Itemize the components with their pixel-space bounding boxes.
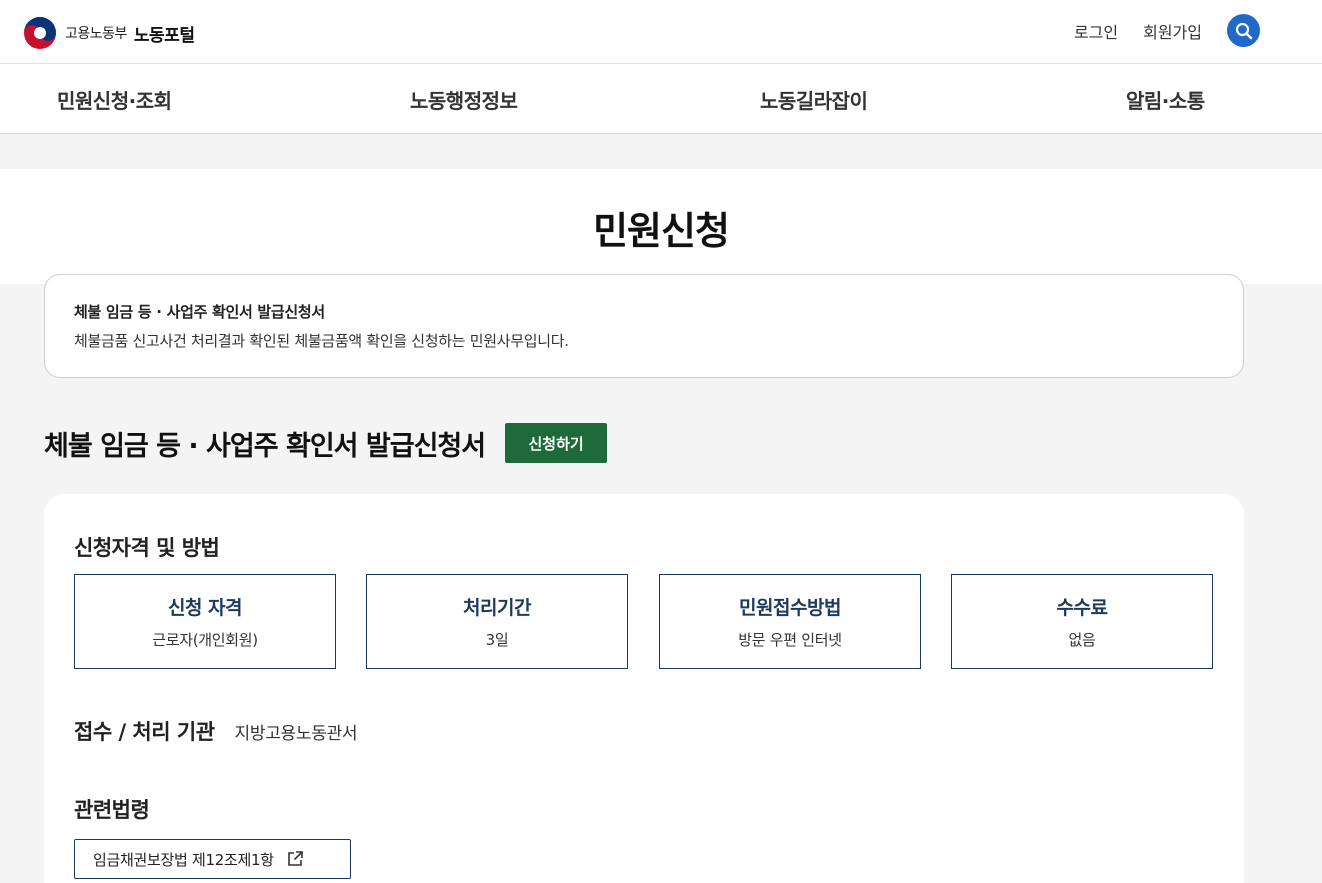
nav-item-labor-guide[interactable]: 노동길라잡이 — [760, 64, 868, 134]
info-box-value: 근로자(개인회원) — [152, 631, 258, 649]
service-heading-row: 체불 임금 등 · 사업주 확인서 발급신청서 신청하기 — [44, 422, 608, 464]
portal-name: 노동포털 — [133, 25, 195, 46]
apply-button[interactable]: 신청하기 — [505, 423, 608, 463]
info-box-value: 없음 — [1068, 631, 1096, 649]
info-box-submission-method: 민원접수방법 방문 우편 인터넷 — [659, 574, 921, 669]
page-title: 민원신청 — [593, 209, 730, 253]
search-button[interactable] — [1227, 14, 1260, 47]
info-box-title: 민원접수방법 — [739, 597, 841, 619]
main-navigation: 민원신청·조회 노동행정정보 노동길라잡이 알림·소통 — [0, 64, 1322, 134]
utility-menu: 로그인 회원가입 — [1074, 14, 1260, 47]
processing-org-row: 접수 / 처리 기관 지방고용노동관서 — [74, 716, 358, 746]
related-law-link[interactable]: 임금채권보장법 제12조제1항 — [74, 839, 351, 879]
info-box-value: 3일 — [485, 631, 509, 649]
site-logo[interactable]: 고용노동부 노동포털 — [24, 16, 195, 50]
taegeuk-logo-icon — [24, 17, 56, 49]
info-box-value: 방문 우편 인터넷 — [738, 631, 842, 649]
nav-item-labor-admin[interactable]: 노동행정정보 — [410, 64, 518, 134]
info-box-title: 처리기간 — [463, 597, 531, 619]
intro-box: 체불 임금 등 · 사업주 확인서 발급신청서 체불금품 신고사건 처리결과 확… — [44, 274, 1244, 378]
top-header: 고용노동부 노동포털 로그인 회원가입 — [0, 0, 1322, 64]
login-link[interactable]: 로그인 — [1074, 19, 1118, 43]
info-box-fee: 수수료 없음 — [951, 574, 1213, 669]
intro-title: 체불 임금 등 · 사업주 확인서 발급신청서 — [74, 303, 325, 321]
signup-link[interactable]: 회원가입 — [1143, 19, 1202, 43]
nav-item-civil-service[interactable]: 민원신청·조회 — [57, 64, 172, 134]
search-icon — [1235, 22, 1252, 39]
info-box-title: 신청 자격 — [167, 597, 243, 619]
processing-org-value: 지방고용노동관서 — [234, 724, 358, 744]
processing-org-label: 접수 / 처리 기관 — [74, 720, 215, 744]
eligibility-section-title: 신청자격 및 방법 — [74, 536, 220, 560]
details-card: 신청자격 및 방법 신청 자격 근로자(개인회원) 처리기간 3일 민원접수방법… — [44, 494, 1244, 883]
info-box-processing-period: 처리기간 3일 — [366, 574, 628, 669]
related-laws-title: 관련법령 — [74, 798, 150, 822]
ministry-name: 고용노동부 — [65, 26, 127, 42]
external-link-icon — [287, 851, 303, 866]
related-law-label: 임금채권보장법 제12조제1항 — [93, 850, 274, 869]
service-title: 체불 임금 등 · 사업주 확인서 발급신청서 — [44, 430, 486, 462]
nav-item-notice[interactable]: 알림·소통 — [1126, 64, 1205, 134]
info-box-title: 수수료 — [1056, 597, 1108, 619]
intro-description: 체불금품 신고사건 처리결과 확인된 체불금품액 확인을 신청하는 민원사무입니… — [74, 332, 569, 350]
info-box-eligibility: 신청 자격 근로자(개인회원) — [74, 574, 336, 669]
